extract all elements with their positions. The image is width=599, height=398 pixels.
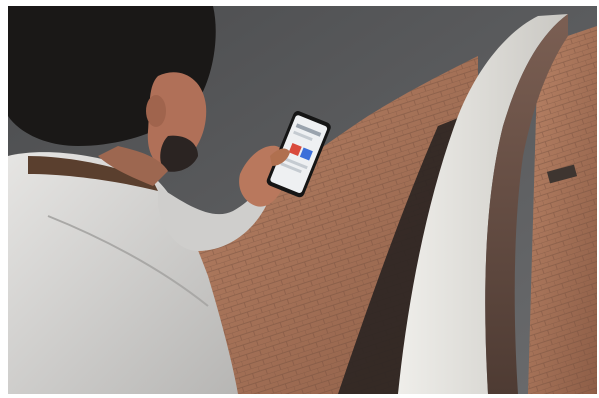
photo xyxy=(8,6,597,394)
image-frame xyxy=(0,0,599,398)
photo-svg xyxy=(8,6,597,394)
man-ear xyxy=(146,95,166,127)
